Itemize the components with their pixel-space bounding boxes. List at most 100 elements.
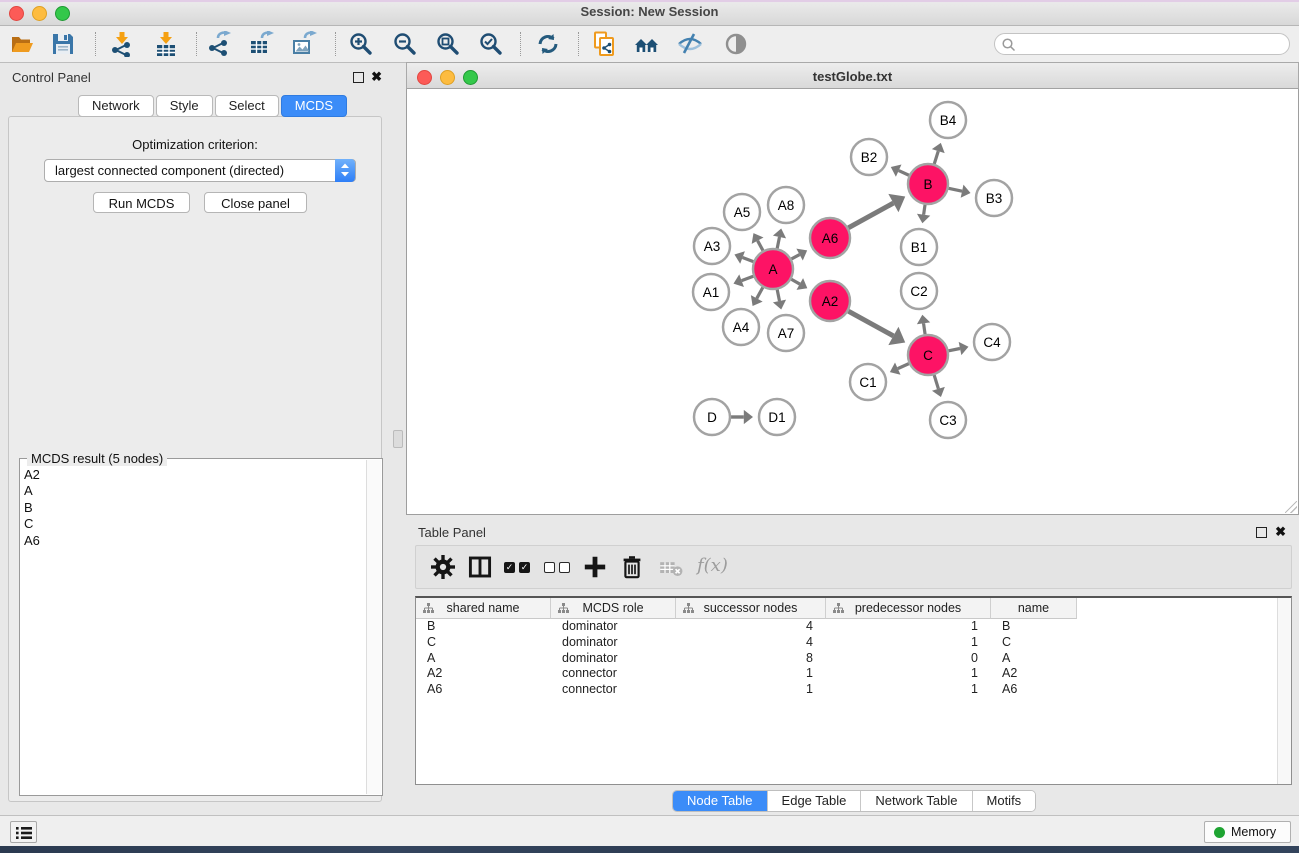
table-cell[interactable]: A6 [416, 682, 551, 698]
graph-edge-A-A4[interactable] [757, 287, 763, 298]
column-header-successor-nodes[interactable]: successor nodes [676, 598, 826, 619]
optimization-select[interactable]: largest connected component (directed) [44, 159, 356, 182]
tab-node-table[interactable]: Node Table [673, 791, 768, 811]
graph-edge-B-B1[interactable] [924, 205, 925, 215]
panel-splitter-handle[interactable] [393, 430, 403, 448]
zoom-fit-icon[interactable] [435, 31, 461, 57]
export-image-icon[interactable] [291, 31, 317, 57]
float-table-panel-icon[interactable] [1256, 527, 1267, 538]
graph-edge-B-B4[interactable] [934, 151, 938, 164]
graph-edge-C-C4[interactable] [949, 348, 960, 350]
table-cell[interactable]: A [416, 651, 551, 667]
table-cell[interactable]: 1 [826, 666, 991, 682]
column-settings-icon[interactable] [468, 555, 494, 581]
table-cell[interactable]: C [991, 635, 1077, 651]
zoom-selected-icon[interactable] [478, 31, 504, 57]
result-scrollbar[interactable] [366, 460, 381, 794]
table-cell[interactable]: 4 [676, 619, 826, 635]
run-mcds-button[interactable]: Run MCDS [93, 192, 190, 213]
export-network-icon[interactable] [206, 31, 232, 57]
result-item[interactable]: A6 [24, 533, 364, 549]
table-row[interactable]: A2connector11A2 [416, 666, 1291, 682]
graph-edge-A2-C[interactable] [848, 311, 893, 336]
graph-edge-A-A2[interactable] [791, 279, 799, 284]
tab-edge-table[interactable]: Edge Table [768, 791, 862, 811]
graph-edge-A6-B[interactable] [848, 203, 893, 228]
graph-edge-A-A6[interactable] [791, 255, 799, 259]
table-row[interactable]: Cdominator41C [416, 635, 1291, 651]
result-item[interactable]: B [24, 500, 364, 516]
import-network-icon[interactable] [109, 31, 135, 57]
clone-network-icon[interactable] [592, 31, 618, 57]
table-cell[interactable]: 1 [826, 619, 991, 635]
graph-edge-A-A5[interactable] [758, 241, 763, 251]
memory-button[interactable]: Memory [1204, 821, 1291, 843]
graph-edge-C-C1[interactable] [898, 364, 909, 369]
tab-mcds[interactable]: MCDS [281, 95, 347, 117]
birdseye-view-icon[interactable] [723, 31, 749, 57]
export-table-icon[interactable] [248, 31, 274, 57]
deselect-all-icon[interactable] [544, 555, 570, 581]
graph-edge-B-B2[interactable] [899, 171, 909, 176]
table-row[interactable]: Adominator80A [416, 651, 1291, 667]
network-graph[interactable]: B4B2BB3A8A5A6A3B1AA1C2A2A4A7C4CC1C3DD1 [407, 89, 1298, 513]
resize-grip-icon[interactable] [1285, 501, 1297, 513]
graph-edge-A-A8[interactable] [777, 237, 779, 248]
graph-edge-A-A1[interactable] [742, 276, 754, 280]
graph-edge-C-C3[interactable] [934, 375, 938, 389]
result-item[interactable]: A2 [24, 467, 364, 483]
table-cell[interactable]: dominator [551, 635, 676, 651]
task-history-button[interactable] [10, 821, 37, 843]
result-item[interactable]: C [24, 516, 364, 532]
table-row[interactable]: Bdominator41B [416, 619, 1291, 635]
table-cell[interactable]: B [416, 619, 551, 635]
column-header-name[interactable]: name [991, 598, 1077, 619]
add-column-icon[interactable] [583, 555, 609, 581]
tab-style[interactable]: Style [156, 95, 213, 117]
column-header-shared-name[interactable]: shared name [416, 598, 551, 619]
table-cell[interactable]: A2 [416, 666, 551, 682]
column-header-MCDS-role[interactable]: MCDS role [551, 598, 676, 619]
table-row[interactable]: A6connector11A6 [416, 682, 1291, 698]
graph-edge-B-B3[interactable] [949, 188, 963, 191]
column-header-predecessor-nodes[interactable]: predecessor nodes [826, 598, 991, 619]
save-session-icon[interactable] [50, 31, 76, 57]
table-cell[interactable]: dominator [551, 651, 676, 667]
network-canvas[interactable]: B4B2BB3A8A5A6A3B1AA1C2A2A4A7C4CC1C3DD1 [406, 89, 1299, 515]
graph-edge-A-A3[interactable] [743, 258, 754, 262]
table-cell[interactable]: 4 [676, 635, 826, 651]
table-cell[interactable]: dominator [551, 619, 676, 635]
select-all-icon[interactable]: ✓✓ [504, 555, 530, 581]
table-cell[interactable]: 0 [826, 651, 991, 667]
delete-column-icon[interactable] [620, 555, 646, 581]
close-panel-icon[interactable]: ✖ [371, 69, 382, 85]
table-cell[interactable]: 8 [676, 651, 826, 667]
table-cell[interactable]: 1 [826, 682, 991, 698]
zoom-out-icon[interactable] [392, 31, 418, 57]
open-session-icon[interactable] [9, 31, 35, 57]
gear-icon[interactable] [431, 555, 457, 581]
refresh-icon[interactable] [535, 31, 561, 57]
table-cell[interactable]: A2 [991, 666, 1077, 682]
close-panel-button[interactable]: Close panel [204, 192, 307, 213]
import-table-icon[interactable] [153, 31, 179, 57]
zoom-in-icon[interactable] [348, 31, 374, 57]
graph-edge-A-A7[interactable] [777, 290, 779, 301]
tab-network[interactable]: Network [78, 95, 154, 117]
result-item[interactable]: A [24, 483, 364, 499]
table-cell[interactable]: connector [551, 666, 676, 682]
table-cell[interactable]: A [991, 651, 1077, 667]
table-scrollbar[interactable] [1277, 598, 1291, 784]
table-cell[interactable]: C [416, 635, 551, 651]
graph-edge-C-C2[interactable] [924, 323, 926, 334]
tab-motifs[interactable]: Motifs [973, 791, 1036, 811]
table-cell[interactable]: A6 [991, 682, 1077, 698]
show-graphics-details-icon[interactable] [677, 31, 703, 57]
table-cell[interactable]: connector [551, 682, 676, 698]
table-cell[interactable]: 1 [826, 635, 991, 651]
close-table-panel-icon[interactable]: ✖ [1275, 524, 1286, 540]
table-cell[interactable]: B [991, 619, 1077, 635]
search-input[interactable] [994, 33, 1290, 55]
tab-network-table[interactable]: Network Table [861, 791, 972, 811]
tab-select[interactable]: Select [215, 95, 279, 117]
